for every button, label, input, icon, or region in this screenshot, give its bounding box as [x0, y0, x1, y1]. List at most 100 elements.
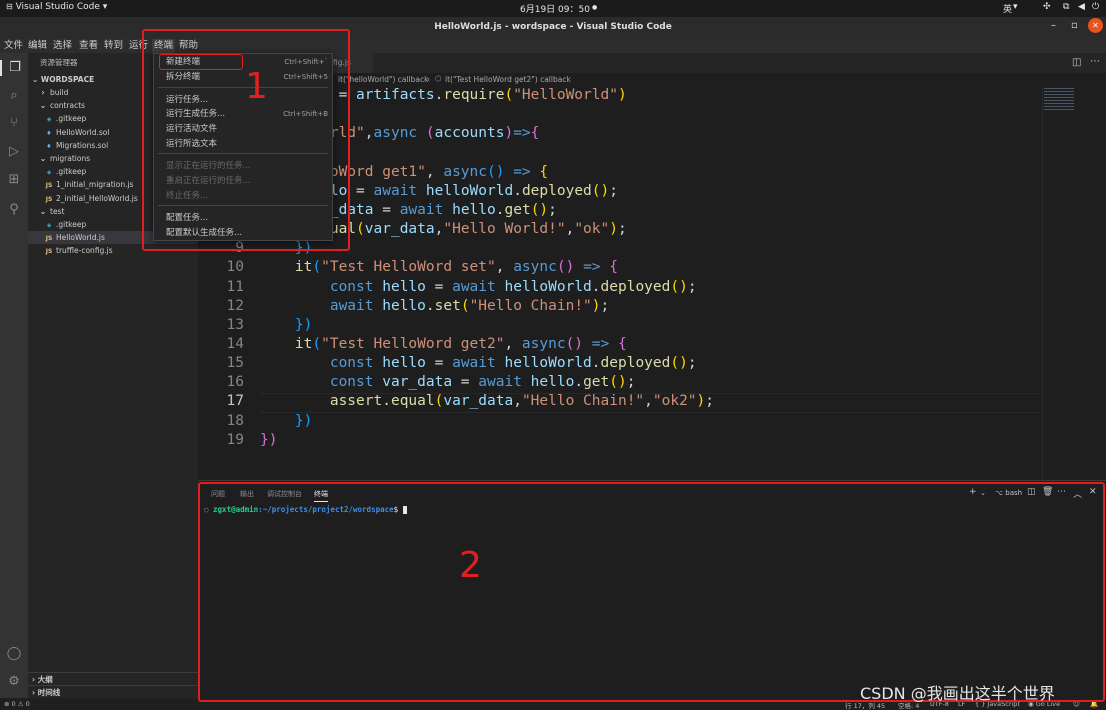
code-token: ; — [548, 201, 557, 218]
remote-explorer-icon[interactable]: ⚲ — [6, 202, 22, 218]
more-actions-icon[interactable]: ⋯ — [1090, 56, 1100, 67]
close-button[interactable]: ✕ — [1088, 18, 1103, 33]
code-token: . — [591, 355, 601, 372]
code-token: var_data — [382, 374, 453, 391]
tree-item-label: truffle-config.js — [56, 246, 113, 256]
annotation-box-2 — [198, 482, 1105, 702]
menu-view[interactable]: 查看 — [77, 39, 100, 53]
line-number: 12 — [226, 297, 244, 314]
code-token: ; — [687, 355, 697, 372]
code-token: it — [294, 259, 313, 276]
code-token: ) — [504, 125, 514, 142]
code-token: "ok2" — [652, 393, 697, 410]
system-top-bar: ⊟ Visual Studio Code ▾ 6月19日 09：50 ● 英 ▾… — [0, 0, 1106, 17]
split-editor-icon[interactable]: ◫ — [1072, 57, 1081, 68]
code-token: () — [487, 163, 505, 180]
code-token: = — [347, 182, 374, 199]
js-file-icon: JS — [45, 248, 53, 256]
code-token: . — [425, 297, 435, 314]
git-file-icon: ◈ — [46, 222, 52, 229]
run-debug-icon[interactable]: ▷ — [6, 144, 22, 160]
code-token: = — [425, 355, 453, 372]
code-token: }) — [294, 316, 313, 333]
breadcrumb-parent[interactable]: it("helloWorld") callback — [338, 75, 429, 84]
tree-item-label: HelloWorld.sol — [56, 127, 110, 137]
accessibility-icon[interactable]: ✣ — [1043, 2, 1051, 12]
account-icon[interactable]: ◯ — [6, 646, 22, 662]
sol-file-icon: ♦ — [46, 129, 52, 137]
code-token: { — [530, 125, 540, 142]
annotation-label-2: 2 — [459, 545, 482, 586]
line-number: 10 — [226, 259, 244, 276]
tree-item-label: .gitkeep — [56, 114, 87, 124]
code-token: => — [513, 163, 531, 180]
annotation-label-1: 1 — [245, 66, 268, 107]
code-token: ) — [591, 297, 601, 314]
code-token: => — [513, 125, 531, 142]
code-token: ; — [626, 374, 636, 391]
outline-section[interactable]: › 大纲 — [28, 672, 198, 686]
code-token: async — [373, 125, 418, 142]
minimize-button[interactable]: – — [1051, 20, 1056, 31]
code-token: "Hello World!" — [443, 221, 566, 238]
code-token: hello — [382, 278, 426, 295]
code-token: const — [329, 278, 374, 295]
chevron-down-icon: ⌄ — [39, 101, 47, 111]
app-menu-label[interactable]: ⊟ Visual Studio Code ▾ — [6, 2, 107, 12]
chevron-down-icon[interactable]: ▾ — [1013, 2, 1018, 12]
breadcrumb-current[interactable]: it("Test HelloWord get2") callback — [445, 75, 571, 84]
explorer-icon[interactable]: ❐ — [0, 60, 28, 76]
code-token: var_data — [443, 393, 514, 410]
menu-file[interactable]: 文件 — [2, 39, 25, 53]
source-control-icon[interactable]: ⑂ — [6, 116, 22, 132]
code-token: ) — [696, 393, 706, 410]
chevron-down-icon: ⌄ — [39, 154, 47, 163]
settings-gear-icon[interactable]: ⚙ — [6, 674, 22, 690]
code-token: ; — [600, 297, 610, 314]
code-token: hello — [382, 297, 426, 314]
code-token: deployed — [521, 182, 592, 199]
code-token: = — [425, 278, 453, 295]
maximize-button[interactable]: ▫ — [1071, 20, 1078, 31]
tree-item-label: test — [50, 206, 65, 216]
code-token: => — [591, 335, 610, 352]
input-method-indicator[interactable]: 英 — [1003, 2, 1012, 15]
line-number: 13 — [226, 316, 244, 333]
code-token: . — [513, 182, 522, 199]
code-token: ( — [460, 297, 470, 314]
menu-selection[interactable]: 选择 — [51, 39, 74, 53]
code-line: const hello = await helloWorld.deployed(… — [260, 279, 697, 295]
code-token: ( — [356, 221, 365, 238]
code-token: "Hello Chain!" — [469, 297, 592, 314]
volume-icon[interactable]: ◀ — [1078, 2, 1085, 12]
power-icon[interactable]: ⏻ — [1092, 2, 1099, 12]
line-number: 18 — [226, 412, 244, 429]
code-token: artifacts — [356, 87, 435, 103]
problems-count[interactable]: ⊗ 0 ⚠ 0 — [4, 700, 30, 708]
code-token: { — [539, 163, 549, 180]
minimap[interactable] — [1044, 88, 1074, 112]
breadcrumb-separator: › — [427, 75, 430, 84]
line-number: 19 — [226, 431, 244, 448]
code-token: ; — [617, 221, 627, 238]
code-token: = — [452, 374, 479, 391]
code-token: }) — [294, 412, 313, 429]
menu-go[interactable]: 转到 — [102, 39, 125, 53]
code-token: accounts — [434, 125, 505, 142]
network-icon[interactable]: ⧉ — [1063, 2, 1069, 12]
system-clock[interactable]: 6月19日 09：50 — [520, 2, 590, 15]
extensions-icon[interactable]: ⊞ — [6, 172, 22, 188]
code-token: await — [373, 182, 418, 199]
menu-edit[interactable]: 编辑 — [26, 39, 49, 53]
timeline-section[interactable]: › 时间线 — [28, 685, 198, 699]
code-token: () — [591, 182, 610, 199]
method-symbol-icon: ⬡ — [435, 74, 442, 83]
search-icon[interactable]: ⌕ — [6, 88, 22, 104]
sol-file-icon: ♦ — [46, 142, 52, 150]
